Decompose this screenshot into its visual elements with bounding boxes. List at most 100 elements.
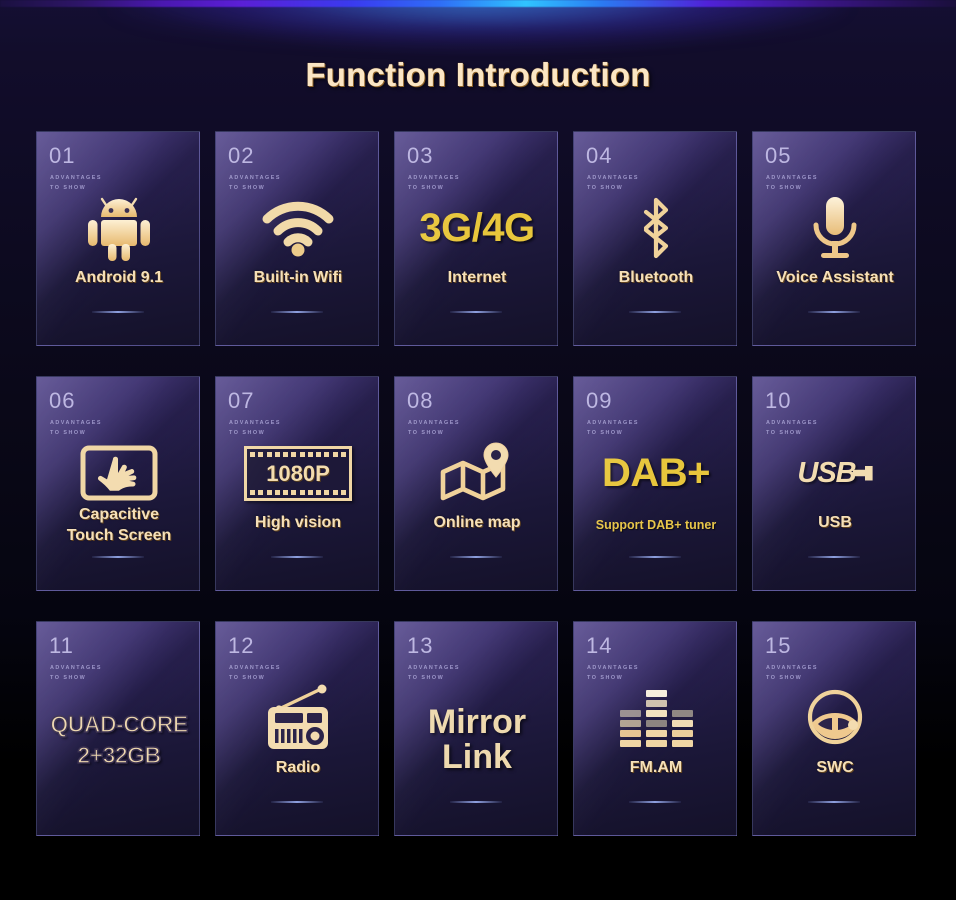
card-divider: [808, 801, 860, 803]
card-label: Capacitive Touch Screen: [37, 505, 199, 547]
card-number: 07: [228, 388, 255, 413]
feature-card-touch-screen[interactable]: 06 ADVANTAGES TO SHOW Capacitive Touch S…: [36, 376, 200, 591]
card-label: Built-in Wifi: [253, 269, 343, 286]
card-number: 11: [49, 633, 74, 658]
wifi-icon: [261, 200, 335, 257]
touch-screen-hand-icon: [80, 445, 158, 501]
card-divider: [271, 556, 323, 558]
feature-card-online-map[interactable]: 08 ADVANTAGES TO SHOW Online map: [394, 376, 558, 591]
card-icon: [574, 674, 736, 762]
page-title: Function Introduction: [305, 56, 651, 93]
card-icon: DAB+: [574, 429, 736, 517]
bluetooth-icon: [632, 196, 680, 260]
feature-card-usb[interactable]: 10 ADVANTAGES TO SHOW USB USB: [752, 376, 916, 591]
card-icon: 1080P: [216, 429, 378, 517]
equalizer-column-left: [619, 709, 641, 747]
feature-card-internet[interactable]: 03 ADVANTAGES TO SHOW 3G/4G Internet: [394, 131, 558, 346]
map-pin-icon: [439, 442, 515, 504]
dab-plus-text-icon: DAB+: [601, 450, 711, 495]
card-number: 15: [765, 633, 792, 658]
film-strip-1080p-icon: 1080P: [244, 445, 352, 501]
card-subtitle-line1: ADVANTAGES: [408, 420, 460, 426]
card-subtitle-line1: ADVANTAGES: [766, 175, 818, 181]
card-icon: [37, 429, 199, 517]
card-subtitle-line1: ADVANTAGES: [587, 420, 639, 426]
card-icon: [753, 184, 915, 272]
feature-card-high-vision[interactable]: 07 ADVANTAGES TO SHOW 1080P High vision: [215, 376, 379, 591]
card-divider: [92, 556, 144, 558]
card-subtitle-line1: ADVANTAGES: [408, 175, 460, 181]
card-icon: QUAD-CORE 2+32GB: [37, 680, 199, 800]
card-icon: Mirror Link: [395, 680, 557, 800]
card-subtitle-line1: ADVANTAGES: [587, 175, 639, 181]
film-perforations-bottom: [250, 489, 346, 495]
steering-wheel-icon: [803, 689, 867, 747]
card-label: High vision: [254, 514, 342, 531]
card-number: 08: [407, 388, 434, 413]
card-subtitle-line1: ADVANTAGES: [408, 665, 460, 671]
usb-logo-icon: USB: [797, 457, 873, 490]
card-number: 02: [228, 143, 255, 168]
card-subtitle-line1: ADVANTAGES: [50, 175, 102, 181]
card-icon: USB: [753, 429, 915, 517]
card-number: 13: [407, 633, 434, 658]
card-number: 03: [407, 143, 434, 168]
card-label: Support DAB+ tuner: [595, 518, 717, 532]
feature-card-radio[interactable]: 12 ADVANTAGES TO SHOW Radio: [215, 621, 379, 836]
feature-card-dab-plus[interactable]: 09 ADVANTAGES TO SHOW DAB+ Support DAB+ …: [573, 376, 737, 591]
equalizer-column-right: [671, 709, 693, 747]
feature-card-wifi[interactable]: 02 ADVANTAGES TO SHOW Built-in Wifi: [215, 131, 379, 346]
card-icon: [395, 429, 557, 517]
feature-card-mirror-link[interactable]: 13 ADVANTAGES TO SHOW Mirror Link: [394, 621, 558, 836]
quad-core-text-icon: QUAD-CORE 2+32GB: [50, 709, 189, 771]
feature-card-voice-assistant[interactable]: 05 ADVANTAGES TO SHOW Voice Assistant: [752, 131, 916, 346]
card-number: 04: [586, 143, 613, 168]
card-subtitle-line1: ADVANTAGES: [766, 420, 818, 426]
feature-card-android[interactable]: 01 ADVANTAGES TO SHOW Android 9.1: [36, 131, 200, 346]
card-subtitle-line1: ADVANTAGES: [766, 665, 818, 671]
card-label: Internet: [447, 269, 507, 286]
card-number: 10: [765, 388, 792, 413]
film-perforations-top: [250, 451, 346, 457]
3g4g-text-icon: 3G/4G: [419, 205, 535, 250]
feature-card-fm-am[interactable]: 14 ADVANTAGES TO SHOW FM.AM: [573, 621, 737, 836]
card-subtitle-line1: ADVANTAGES: [50, 420, 102, 426]
card-number: 09: [586, 388, 613, 413]
quad-core-line2: 2+32GB: [77, 741, 162, 769]
mirror-link-line1: Mirror: [427, 703, 527, 742]
card-subtitle-line1: ADVANTAGES: [50, 665, 102, 671]
feature-card-quad-core[interactable]: 11 ADVANTAGES TO SHOW QUAD-CORE 2+32GB: [36, 621, 200, 836]
equalizer-icon: [619, 689, 693, 747]
card-divider: [808, 556, 860, 558]
card-divider: [271, 801, 323, 803]
card-divider: [450, 311, 502, 313]
card-icon: [216, 674, 378, 762]
feature-card-swc[interactable]: 15 ADVANTAGES TO SHOW SWC: [752, 621, 916, 836]
card-number: 14: [586, 633, 613, 658]
microphone-icon: [809, 195, 861, 261]
card-label: Bluetooth: [618, 269, 694, 286]
card-label: SWC: [816, 759, 854, 776]
card-label: Android 9.1: [74, 269, 163, 286]
mirror-link-text-icon: Mirror Link: [428, 705, 526, 774]
card-label: USB: [818, 514, 852, 531]
card-label: Online map: [433, 514, 521, 531]
card-divider: [92, 311, 144, 313]
feature-card-bluetooth[interactable]: 04 ADVANTAGES TO SHOW Bluetooth: [573, 131, 737, 346]
card-divider: [629, 801, 681, 803]
card-icon: [753, 674, 915, 762]
card-label-line1: Capacitive: [78, 506, 160, 523]
radio-icon: [263, 684, 333, 751]
card-divider: [629, 556, 681, 558]
card-label: FM.AM: [629, 759, 683, 776]
mirror-link-line2: Link: [442, 738, 512, 776]
card-divider: [629, 311, 681, 313]
quad-core-line1: QUAD-CORE: [50, 710, 189, 738]
card-icon: [37, 184, 199, 272]
card-icon: 3G/4G: [395, 184, 557, 272]
card-subtitle-line1: ADVANTAGES: [229, 420, 281, 426]
card-divider: [271, 311, 323, 313]
card-divider: [808, 311, 860, 313]
card-label-line2: Touch Screen: [66, 526, 172, 544]
infographic-page: Function Introduction 01 ADVANTAGES TO S…: [0, 0, 956, 900]
